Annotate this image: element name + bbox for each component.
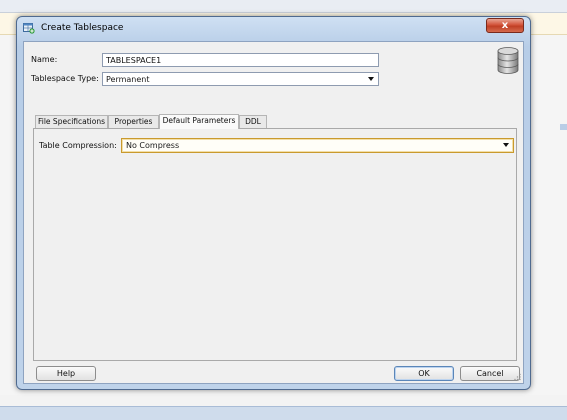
tab-properties[interactable]: Properties [108,115,159,128]
ok-button[interactable]: OK [394,366,454,381]
name-input[interactable] [102,53,379,67]
tab-ddl[interactable]: DDL [239,115,267,128]
tablespace-type-dropdown[interactable]: Permanent [102,72,379,86]
chevron-down-icon [503,143,509,147]
dialog-title: Create Tablespace [41,23,124,33]
close-icon: x [501,20,509,31]
dialog-client-area: Name: Tablespace Type: Permanent File Sp… [23,41,524,384]
database-icon [497,47,519,74]
create-tablespace-icon [23,23,35,34]
close-button[interactable]: x [486,18,524,33]
tablespace-type-value: Permanent [106,75,150,84]
table-compression-value: No Compress [126,141,180,150]
table-compression-dropdown[interactable]: No Compress [121,138,514,153]
name-label: Name: [31,55,58,64]
help-button[interactable]: Help [36,366,96,381]
default-parameters-panel: Table Compression: No Compress [33,128,517,361]
chevron-down-icon [368,77,374,81]
background-status-bar [0,406,567,420]
create-tablespace-dialog: Create Tablespace x Name: Tablespace Typ… [16,16,531,390]
resize-grip-icon[interactable] [513,373,521,381]
cancel-button[interactable]: Cancel [460,366,520,381]
background-toolbar [0,0,567,13]
tab-file-specifications[interactable]: File Specifications [35,115,108,128]
tablespace-type-label: Tablespace Type: [31,74,99,83]
tab-default-parameters[interactable]: Default Parameters [159,114,239,129]
dialog-titlebar[interactable]: Create Tablespace x [17,17,530,39]
table-compression-label: Table Compression: [39,141,117,150]
background-scroll-marker [560,124,567,130]
